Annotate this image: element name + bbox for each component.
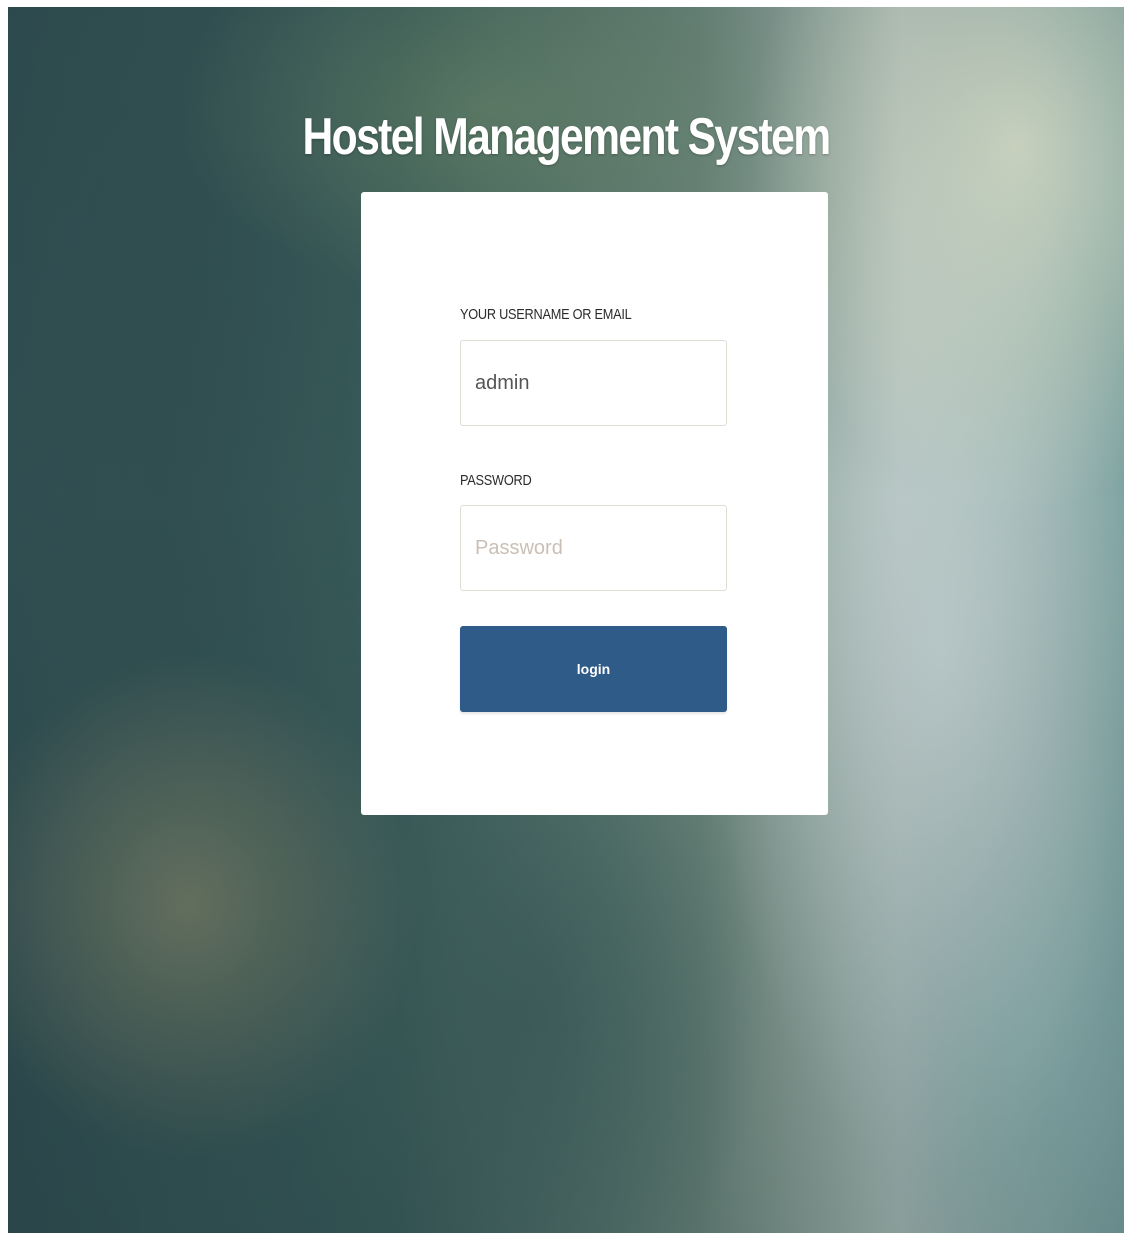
login-button[interactable]: login xyxy=(460,626,727,712)
page-title: Hostel Management System xyxy=(302,108,832,166)
password-label: PASSWORD xyxy=(460,472,532,489)
username-label: YOUR USERNAME OR EMAIL xyxy=(460,306,632,323)
page-frame: Hostel Management System YOUR USERNAME O… xyxy=(8,7,1124,1233)
password-input[interactable] xyxy=(460,505,727,591)
login-card: YOUR USERNAME OR EMAIL PASSWORD login xyxy=(361,192,828,815)
username-input[interactable] xyxy=(460,340,727,426)
